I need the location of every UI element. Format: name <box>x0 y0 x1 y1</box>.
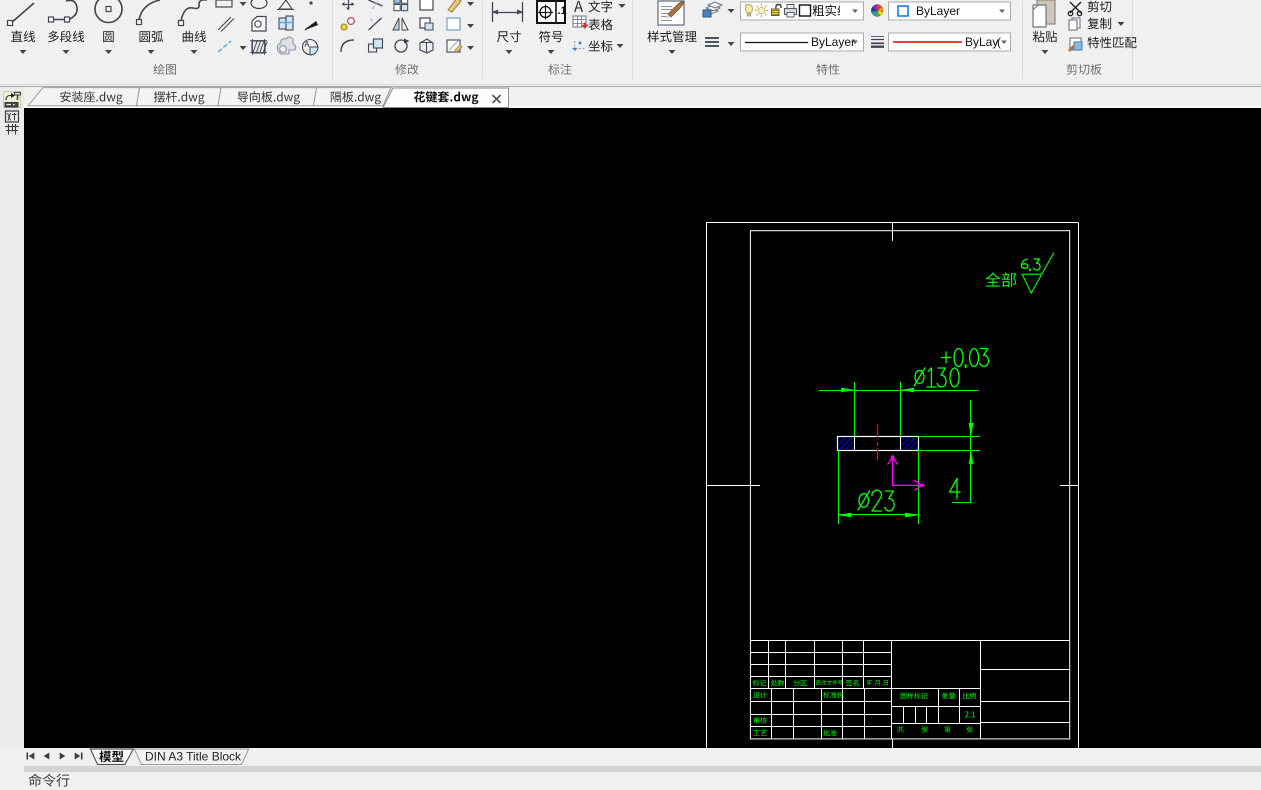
svg-text:(: ( <box>997 35 1001 49</box>
svg-text:ByLayer: ByLayer <box>916 4 960 18</box>
svg-text:ByLayer: ByLayer <box>811 35 855 49</box>
svg-text:DIN A3 Title Block: DIN A3 Title Block <box>145 750 242 764</box>
svg-text:.1: .1 <box>558 5 567 17</box>
svg-text:ByLay: ByLay <box>965 35 998 49</box>
